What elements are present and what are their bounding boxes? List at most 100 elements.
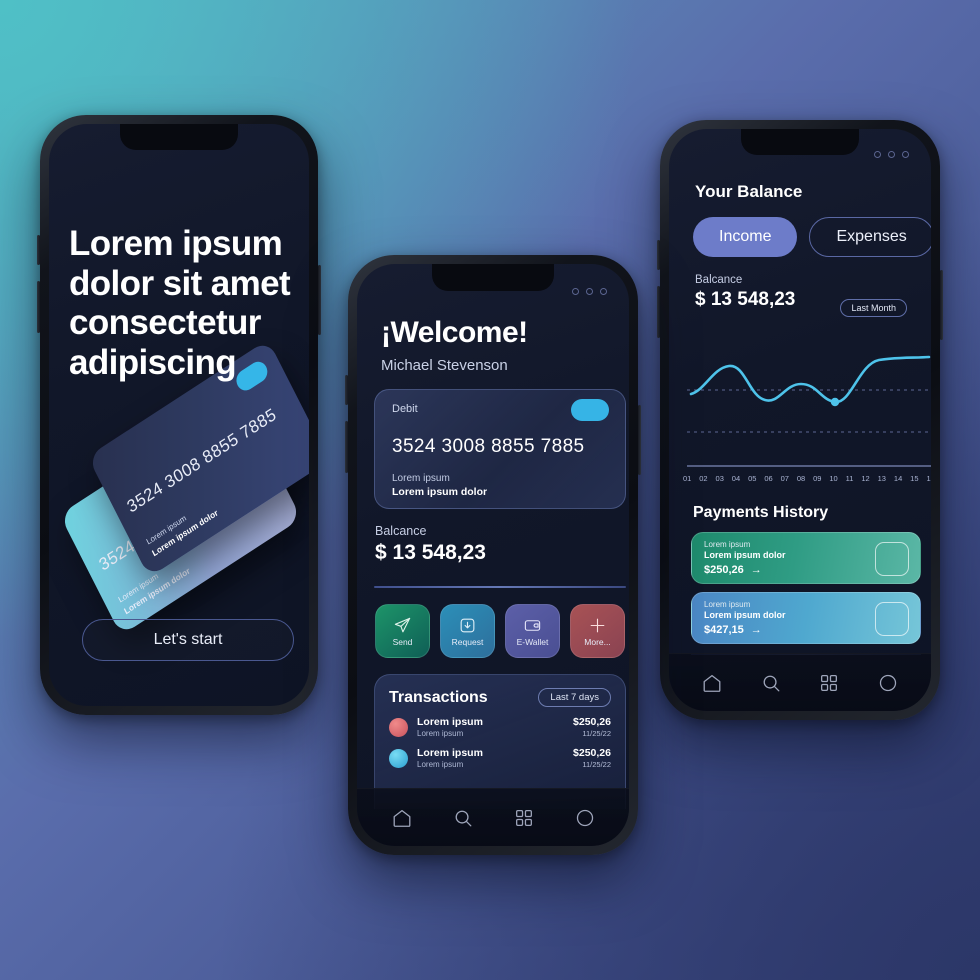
payment-line2: Lorem ipsum dolor: [704, 550, 786, 560]
payment-amount: $250,26: [704, 564, 744, 576]
quick-actions: Send Request E-Wallet More...: [375, 604, 625, 658]
grid-icon[interactable]: [818, 672, 840, 694]
x-tick: 10: [829, 474, 838, 483]
transactions-filter[interactable]: Last 7 days: [538, 688, 611, 707]
lets-start-button[interactable]: Let's start: [82, 619, 294, 661]
transaction-name: Lorem ipsum: [417, 716, 483, 728]
send-button[interactable]: Send: [375, 604, 430, 658]
page-title: Lorem ipsum dolor sit amet consectetur a…: [69, 224, 291, 382]
transaction-name: Lorem ipsum: [417, 747, 483, 759]
search-icon[interactable]: [760, 672, 782, 694]
transaction-sub: Lorem ipsum: [417, 760, 464, 769]
debit-card[interactable]: Debit 3524 3008 8855 7885 Lorem ipsum Lo…: [374, 389, 626, 509]
home-screen: ¡Welcome! Michael Stevenson Debit 3524 3…: [357, 264, 629, 846]
x-tick: 02: [699, 474, 708, 483]
request-label: Request: [451, 636, 484, 647]
tab-expenses[interactable]: Expenses: [809, 217, 931, 257]
page-title: Your Balance: [695, 182, 803, 201]
plus-icon: [590, 618, 605, 632]
x-tick: 09: [813, 474, 822, 483]
card-number: 3524 3008 8855 7885: [392, 436, 585, 457]
user-name: Michael Stevenson: [381, 357, 508, 374]
more-label: More...: [584, 636, 611, 647]
request-button[interactable]: Request: [440, 604, 495, 658]
chart-x-axis: 01 02 03 04 05 06 07 08 09 10 11 12 13 1…: [683, 474, 931, 483]
x-tick: 03: [715, 474, 724, 483]
table-row[interactable]: Lorem ipsum Lorem ipsum $250,26 11/25/22: [375, 707, 625, 738]
balance-screen: Your Balance Income Expenses Balcance $ …: [669, 129, 931, 711]
x-tick: 11: [845, 474, 854, 483]
search-icon[interactable]: [452, 807, 474, 829]
card-line2: Lorem ipsum dolor: [392, 486, 488, 498]
payment-line1: Lorem ipsum: [704, 540, 751, 549]
avatar: [389, 748, 408, 768]
transactions-header: Transactions Last 7 days: [375, 675, 625, 707]
x-tick: 06: [764, 474, 773, 483]
payment-amount: $427,15: [704, 624, 744, 636]
transaction-sub: Lorem ipsum: [417, 729, 464, 738]
transaction-date: 11/25/22: [582, 729, 611, 738]
power-button[interactable]: [318, 265, 321, 335]
tab-income[interactable]: Income: [693, 217, 798, 257]
onboarding-screen: Lorem ipsum dolor sit amet consectetur a…: [49, 124, 309, 706]
bottom-nav: [357, 788, 629, 846]
x-tick: 04: [731, 474, 741, 483]
transaction-amount: $250,26: [573, 747, 611, 759]
period-badge[interactable]: Last Month: [840, 299, 907, 317]
payment-amount-group: $250,26 →: [704, 564, 762, 576]
payment-line2: Lorem ipsum dolor: [704, 610, 786, 620]
notch: [432, 264, 554, 291]
card-line1: Lorem ipsum: [392, 473, 450, 484]
balance-value: $ 13 548,23: [375, 541, 486, 564]
profile-icon[interactable]: [574, 807, 596, 829]
send-label: Send: [392, 636, 413, 647]
bottom-nav: [669, 653, 931, 711]
phone-onboarding: Lorem ipsum dolor sit amet consectetur a…: [37, 115, 321, 715]
payment-thumbnail: [875, 602, 909, 636]
x-tick: 12: [861, 474, 870, 483]
avatar: [389, 717, 408, 737]
arrow-right-icon[interactable]: →: [751, 624, 762, 636]
phone-balance: Your Balance Income Expenses Balcance $ …: [657, 120, 943, 720]
more-button[interactable]: More...: [570, 604, 625, 658]
list-item[interactable]: Lorem ipsum Lorem ipsum dolor $250,26 →: [691, 532, 921, 584]
payment-thumbnail: [875, 542, 909, 576]
notch: [741, 129, 859, 155]
x-tick: 14: [893, 474, 903, 483]
divider: [374, 586, 626, 588]
phone-home: ¡Welcome! Michael Stevenson Debit 3524 3…: [345, 255, 641, 855]
list-item[interactable]: Lorem ipsum Lorem ipsum dolor $427,15 →: [691, 592, 921, 644]
grid-icon[interactable]: [513, 807, 535, 829]
send-icon: [394, 617, 411, 632]
x-tick: 07: [780, 474, 789, 483]
card-front-number: 3524 3008 8855 7885: [123, 404, 280, 517]
balance-label: Balcance: [375, 524, 427, 538]
notch: [120, 124, 238, 150]
greeting-title: ¡Welcome!: [381, 316, 528, 349]
ewallet-label: E-Wallet: [516, 636, 549, 647]
x-tick: 05: [748, 474, 757, 483]
payment-amount-group: $427,15 →: [704, 624, 762, 636]
home-icon[interactable]: [701, 672, 723, 694]
table-row[interactable]: Lorem ipsum Lorem ipsum $250,26 11/25/22: [375, 738, 625, 769]
x-tick: 16: [926, 474, 931, 483]
home-icon[interactable]: [391, 807, 413, 829]
balance-label: Balcance: [695, 274, 743, 286]
x-tick: 15: [910, 474, 919, 483]
x-tick: 13: [877, 474, 886, 483]
ewallet-button[interactable]: E-Wallet: [505, 604, 560, 658]
arrow-right-icon[interactable]: →: [751, 564, 762, 576]
payment-line1: Lorem ipsum: [704, 600, 751, 609]
menu-dots-icon[interactable]: [874, 151, 909, 158]
power-button[interactable]: [940, 270, 943, 340]
payments-history-title: Payments History: [693, 504, 829, 521]
power-button[interactable]: [638, 405, 641, 475]
x-tick: 08: [796, 474, 806, 483]
balance-tabs: Income Expenses: [693, 217, 931, 257]
menu-dots-icon[interactable]: [572, 288, 607, 295]
transactions-title: Transactions: [389, 688, 488, 706]
transaction-amount: $250,26: [573, 716, 611, 728]
profile-icon[interactable]: [877, 672, 899, 694]
balance-chart: [683, 344, 931, 474]
transaction-date: 11/25/22: [582, 760, 611, 769]
